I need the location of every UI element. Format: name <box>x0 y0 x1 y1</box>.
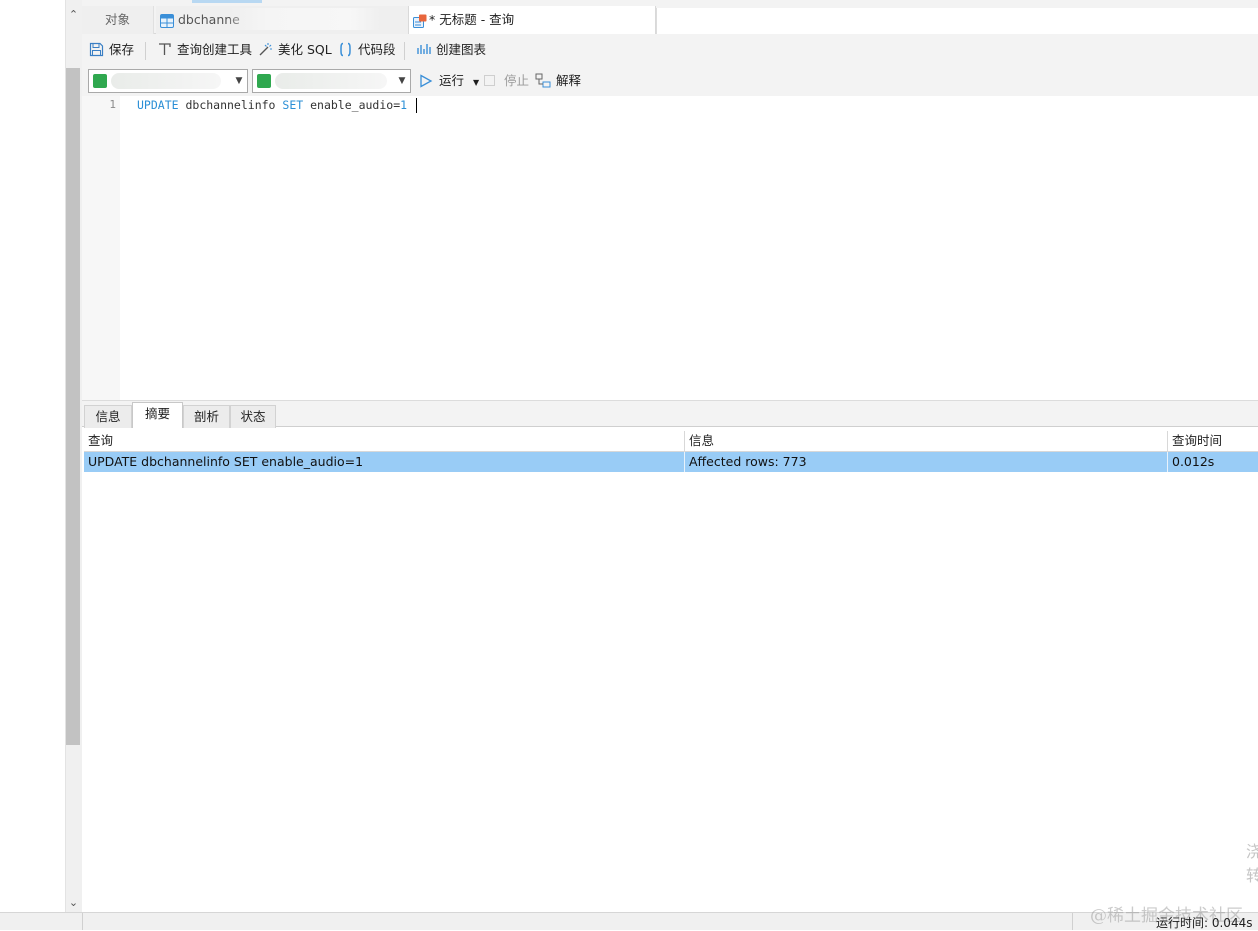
database-icon <box>257 74 271 88</box>
explain-button[interactable]: 解释 <box>535 66 581 96</box>
status-divider <box>82 913 83 930</box>
tab-objects[interactable]: 对象 <box>82 6 154 34</box>
text-caret <box>416 98 417 113</box>
query-builder-icon <box>159 43 171 55</box>
run-dropdown-icon[interactable]: ▼ <box>468 78 479 87</box>
sql-assignment: enable_audio= <box>303 98 401 112</box>
result-tabs: 信息 摘要 剖析 状态 <box>82 400 1258 428</box>
run-button[interactable]: 运行 ▼ <box>419 66 479 96</box>
column-header-time[interactable]: 查询时间 <box>1168 431 1258 451</box>
connection-selector-row: ▼ ▼ 运行 ▼ 停止 解释 <box>82 66 1258 96</box>
column-header-query[interactable]: 查询 <box>84 431 685 451</box>
column-header-info[interactable]: 信息 <box>685 431 1168 451</box>
tab-profile[interactable]: 剖析 <box>183 405 230 428</box>
magic-wand-icon <box>259 43 272 56</box>
save-button[interactable]: 保存 <box>89 34 134 66</box>
scrollbar-thumb[interactable] <box>66 68 80 745</box>
database-select[interactable]: ▼ <box>252 69 411 93</box>
save-label: 保存 <box>109 42 135 57</box>
beautify-sql-label: 美化 SQL <box>278 42 332 57</box>
cell-time[interactable]: 0.012s <box>1168 452 1258 472</box>
sql-number: 1 <box>400 98 408 112</box>
line-number: 1 <box>109 98 116 111</box>
play-icon <box>420 74 433 88</box>
connection-select[interactable]: ▼ <box>88 69 248 93</box>
chevron-down-icon: ▼ <box>235 76 243 86</box>
scroll-up-icon[interactable]: ⌃ <box>65 8 82 22</box>
code-snippet-label: 代码段 <box>358 42 396 57</box>
stop-icon <box>484 75 495 86</box>
code-line[interactable]: UPDATE dbchannelinfo SET enable_audio=1 <box>137 98 407 112</box>
runtime-label: 运行时间: 0.044s <box>1156 916 1253 930</box>
chart-icon <box>417 44 431 54</box>
query-icon <box>413 14 427 28</box>
explain-icon <box>535 73 551 88</box>
cell-query[interactable]: UPDATE dbchannelinfo SET enable_audio=1 <box>84 452 685 472</box>
offscreen-panel-edge: 浇转 <box>1246 842 1258 885</box>
beautify-sql-button[interactable]: 美化 SQL <box>258 34 332 66</box>
table-icon <box>160 14 174 28</box>
redacted-name <box>230 8 380 30</box>
code-snippet-button[interactable]: 代码段 <box>338 34 396 66</box>
redacted-database <box>275 73 387 89</box>
chevron-down-icon: ▼ <box>398 76 406 86</box>
braces-icon <box>340 42 351 57</box>
scroll-down-icon[interactable]: ⌄ <box>65 896 82 910</box>
redacted-connection <box>111 73 221 89</box>
tab-status[interactable]: 状态 <box>230 405 276 428</box>
save-icon <box>89 42 104 57</box>
toolbar-divider <box>404 42 405 60</box>
tab-accent <box>192 0 262 3</box>
sql-keyword: UPDATE <box>137 98 179 112</box>
tab-summary[interactable]: 摘要 <box>132 402 183 428</box>
line-gutter <box>82 96 120 400</box>
query-builder-button[interactable]: 查询创建工具 <box>157 34 252 66</box>
tab-query-label: * 无标题 - 查询 <box>429 12 515 27</box>
sql-keyword: SET <box>282 98 304 112</box>
cell-info[interactable]: Affected rows: 773 <box>685 452 1168 472</box>
tab-info[interactable]: 信息 <box>84 405 132 428</box>
sql-identifier: dbchannelinfo <box>178 98 283 112</box>
query-builder-label: 查询创建工具 <box>177 42 253 57</box>
tab-strip: 对象 dbchanne * 无标题 - 查询 <box>82 0 1258 34</box>
tab-query[interactable]: * 无标题 - 查询 <box>408 6 656 34</box>
stop-label: 停止 <box>503 73 529 88</box>
status-divider <box>1072 913 1073 930</box>
tab-strip-empty <box>656 8 1258 34</box>
create-chart-label: 创建图表 <box>436 42 487 57</box>
stop-button[interactable]: 停止 <box>484 66 529 96</box>
sql-editor[interactable] <box>82 96 1258 400</box>
connection-icon <box>93 74 107 88</box>
query-toolbar: 保存 查询创建工具 美化 SQL 代码段 创建图表 <box>82 34 1258 66</box>
status-bar <box>0 912 1258 930</box>
object-pane <box>0 0 65 930</box>
create-chart-button[interactable]: 创建图表 <box>416 34 486 66</box>
toolbar-divider <box>145 42 146 60</box>
